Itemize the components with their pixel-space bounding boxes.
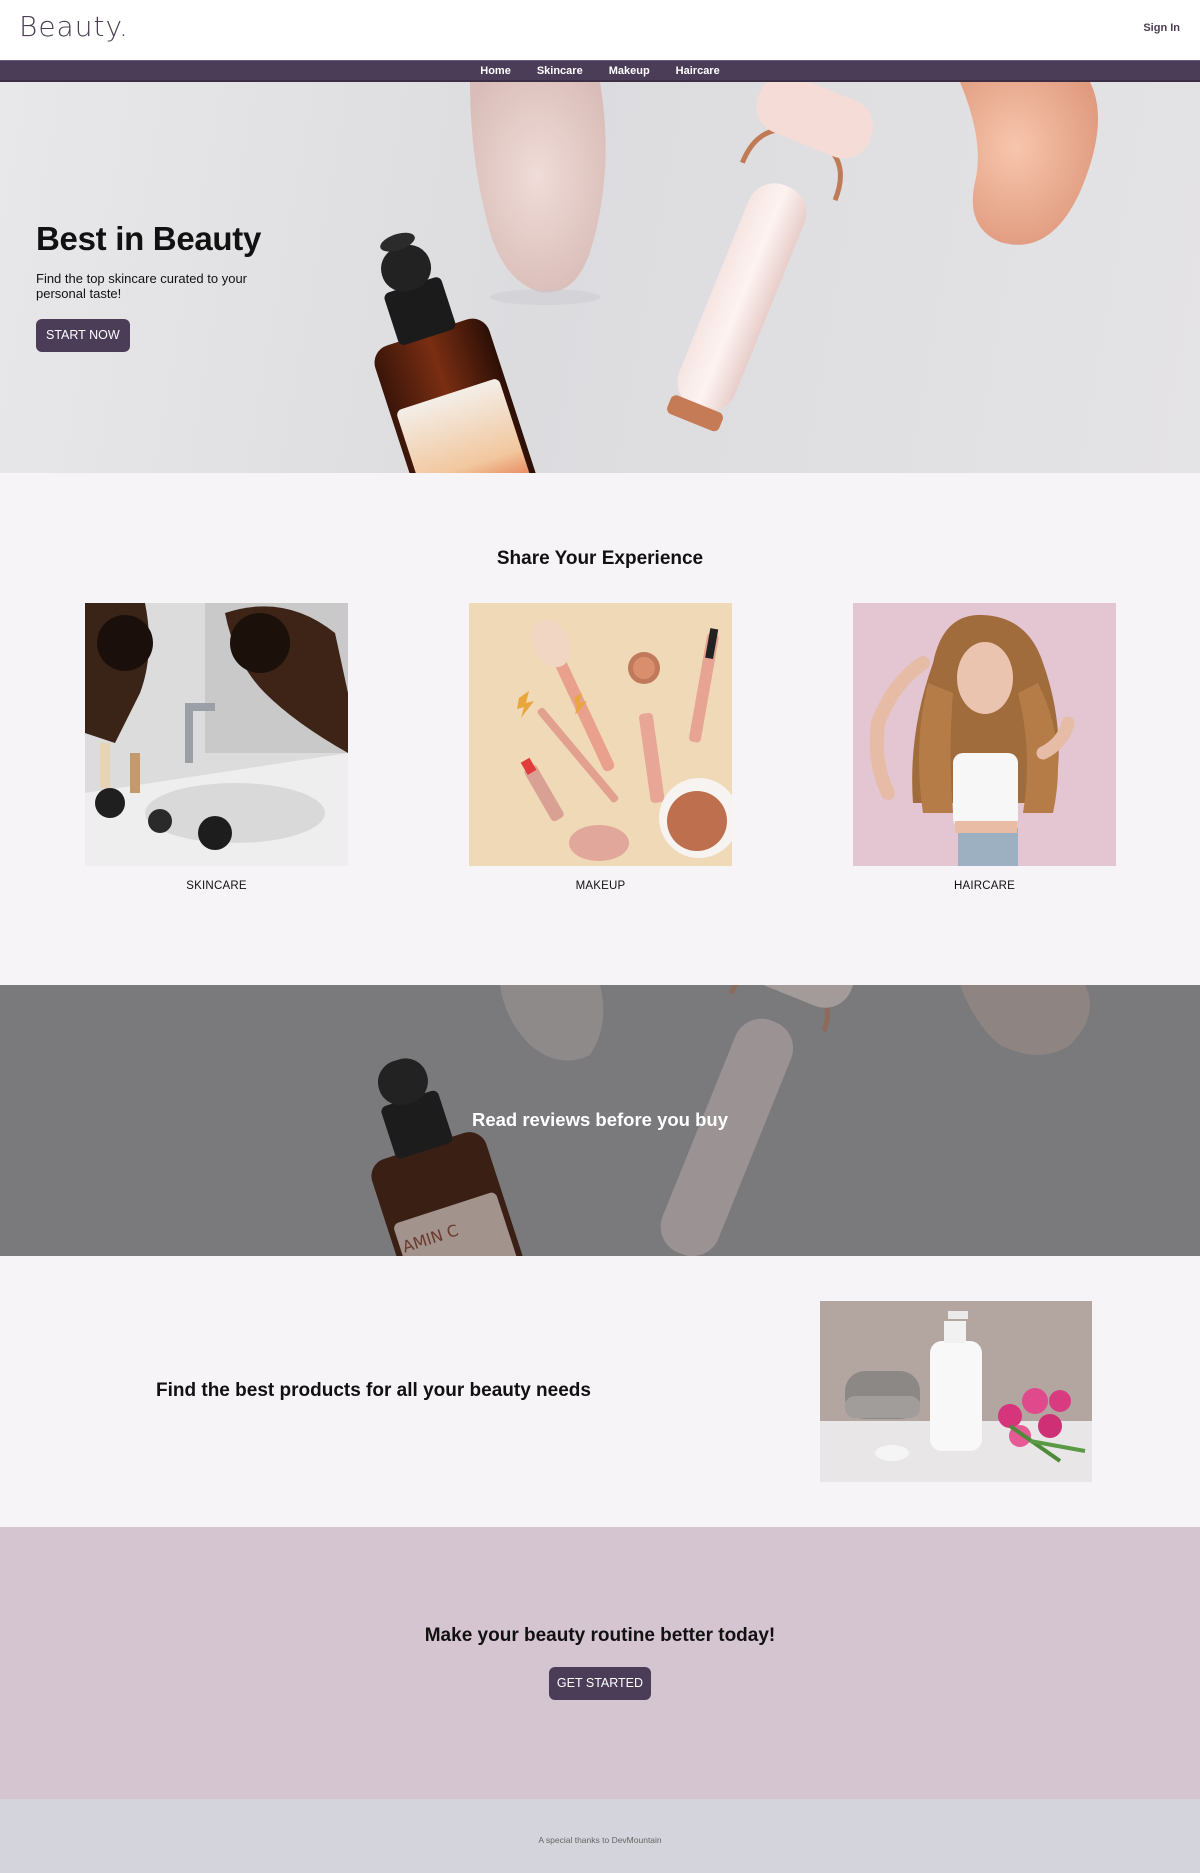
nav-item-home[interactable]: Home: [480, 65, 511, 77]
cta-section: Make your beauty routine better today! G…: [0, 1527, 1200, 1799]
skincare-image[interactable]: [85, 603, 348, 866]
hero-content: Best in Beauty Find the top skincare cur…: [36, 220, 296, 352]
nav-item-haircare[interactable]: Haircare: [676, 65, 720, 77]
makeup-image[interactable]: [469, 603, 732, 866]
nav-item-skincare[interactable]: Skincare: [537, 65, 583, 77]
nav-item-makeup[interactable]: Makeup: [609, 65, 650, 77]
card-label-haircare: HAIRCARE: [953, 880, 1016, 892]
card-haircare[interactable]: HAIRCARE: [853, 603, 1116, 892]
share-section: Share Your Experience SKINCARE MAKEUP HA…: [0, 473, 1200, 985]
hero-subtitle: Find the top skincare curated to your pe…: [36, 271, 248, 301]
hero-title: Best in Beauty: [36, 220, 262, 257]
sign-in-link[interactable]: Sign In: [1143, 22, 1180, 34]
site-header: Beauty. Sign In: [0, 0, 1200, 60]
hero-section: TAMIN C CE SERUM Best in Beauty Find the…: [0, 82, 1200, 473]
card-skincare[interactable]: SKINCARE: [85, 603, 348, 892]
card-label-skincare: SKINCARE: [186, 880, 247, 892]
card-label-makeup: MAKEUP: [575, 880, 626, 892]
start-now-button[interactable]: START NOW: [36, 318, 130, 352]
products-section: Find the best products for all your beau…: [0, 1256, 1200, 1527]
cta-text: Make your beauty routine better today!: [424, 1625, 776, 1646]
get-started-button[interactable]: GET STARTED: [549, 1667, 651, 1700]
haircare-image[interactable]: [853, 603, 1116, 866]
products-text: Find the best products for all your beau…: [156, 1380, 591, 1401]
share-title: Share Your Experience: [496, 548, 704, 569]
main-nav: Home Skincare Makeup Haircare: [0, 60, 1200, 82]
products-image[interactable]: [820, 1301, 1092, 1482]
reviews-text: Read reviews before you buy: [471, 1109, 728, 1130]
footer-credit: A special thanks to DevMountain: [538, 1835, 662, 1845]
reviews-banner: AMIN C Read reviews before you buy: [0, 985, 1200, 1256]
site-footer: A special thanks to DevMountain: [0, 1799, 1200, 1873]
card-makeup[interactable]: MAKEUP: [469, 603, 732, 892]
logo[interactable]: Beauty.: [19, 10, 129, 43]
